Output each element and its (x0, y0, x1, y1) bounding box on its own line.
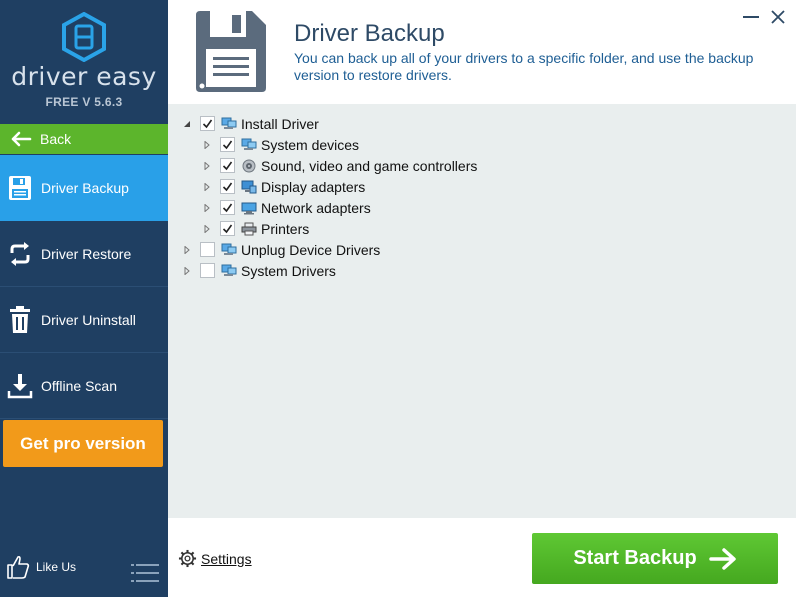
tree-node-label: System devices (261, 136, 360, 153)
checkbox[interactable] (200, 116, 215, 131)
computer-icon (221, 263, 237, 279)
expand-icon[interactable] (182, 245, 192, 255)
printer-icon (241, 221, 257, 237)
tree-node-network-adapters: Network adapters (202, 197, 371, 218)
expand-icon[interactable] (202, 203, 212, 213)
sidebar-item-label: Driver Backup (41, 180, 129, 196)
tree-node-label: Unplug Device Drivers (241, 241, 381, 258)
start-backup-label: Start Backup (573, 547, 697, 569)
sidebar-item-label: Driver Restore (41, 245, 132, 262)
sidebar-item-driver-uninstall[interactable]: Driver Uninstall (0, 287, 168, 353)
arrow-right-icon (708, 547, 736, 570)
checkbox[interactable] (200, 263, 215, 278)
page-title: Driver Backup (294, 20, 445, 47)
tree-node-label: Install Driver (241, 115, 319, 132)
computer-icon (221, 242, 237, 258)
download-icon (5, 371, 35, 401)
computer-icon (221, 116, 237, 132)
back-button[interactable]: Back (0, 124, 168, 154)
network-icon (241, 200, 257, 216)
driver-tree: Install Driver System devices Sound, vid… (168, 104, 796, 518)
tree-node-system-devices: System devices (202, 134, 359, 155)
menu-icon[interactable] (131, 564, 159, 582)
sidebar-item-driver-backup[interactable]: Driver Backup (0, 155, 168, 221)
checkbox[interactable] (220, 158, 235, 173)
logo-text: driver easy (11, 62, 157, 91)
sidebar-item-offline-scan[interactable]: Offline Scan (0, 353, 168, 419)
close-icon[interactable] (770, 9, 786, 25)
tree-node-label: Printers (261, 220, 310, 237)
sidebar-item-label: Driver Uninstall (41, 311, 136, 328)
tree-node-label: Sound, video and game controllers (261, 157, 478, 174)
app-logo: driver easy FREE V 5.6.3 (0, 0, 168, 124)
driver-easy-logo-icon (62, 12, 106, 62)
tree-node-display-adapters: Display adapters (202, 176, 365, 197)
sidebar-item-label: Offline Scan (41, 377, 118, 394)
tree-node-unplug-device-drivers: Unplug Device Drivers (182, 239, 380, 260)
settings-link[interactable]: Settings (178, 549, 252, 568)
display-icon (241, 179, 257, 195)
tree-node-label: Display adapters (261, 178, 366, 195)
gear-icon (178, 549, 197, 568)
like-us-label: Like Us (36, 560, 77, 574)
sidebar: driver easy FREE V 5.6.3 Back Driver Bac… (0, 0, 168, 597)
page-header: Driver Backup You can back up all of you… (168, 0, 796, 104)
footer: Settings Start Backup (168, 518, 796, 597)
checkbox[interactable] (220, 137, 235, 152)
arrow-left-icon (11, 131, 32, 147)
settings-label: Settings (201, 550, 252, 567)
computer-icon (241, 137, 257, 153)
app-version: FREE V 5.6.3 (45, 95, 123, 109)
speaker-icon (241, 158, 257, 174)
expand-icon[interactable] (202, 182, 212, 192)
tree-node-system-drivers: System Drivers (182, 260, 336, 281)
checkbox[interactable] (200, 242, 215, 257)
trash-icon (5, 305, 35, 335)
expand-icon[interactable] (202, 140, 212, 150)
collapse-icon[interactable] (182, 119, 192, 129)
tree-node-printers: Printers (202, 218, 309, 239)
tree-node-label: System Drivers (241, 262, 336, 279)
checkbox[interactable] (220, 221, 235, 236)
back-label: Back (40, 131, 72, 147)
page-subtitle: You can back up all of your drivers to a… (294, 50, 754, 83)
tree-node-label: Network adapters (261, 199, 371, 216)
sidebar-item-driver-restore[interactable]: Driver Restore (0, 221, 168, 287)
floppy-disk-icon (5, 173, 35, 203)
start-backup-button[interactable]: Start Backup (532, 533, 778, 584)
like-us-button[interactable]: Like Us (6, 554, 76, 580)
expand-icon[interactable] (202, 224, 212, 234)
minimize-icon[interactable] (742, 9, 760, 25)
expand-icon[interactable] (202, 161, 212, 171)
checkbox[interactable] (220, 200, 235, 215)
restore-arrows-icon (5, 239, 35, 269)
checkbox[interactable] (220, 179, 235, 194)
floppy-disk-icon (196, 11, 266, 92)
tree-node-install-driver: Install Driver (182, 113, 319, 134)
expand-icon[interactable] (182, 266, 192, 276)
tree-node-sound-video: Sound, video and game controllers (202, 155, 477, 176)
get-pro-button[interactable]: Get pro version (3, 420, 163, 467)
thumbs-up-icon (7, 555, 30, 579)
